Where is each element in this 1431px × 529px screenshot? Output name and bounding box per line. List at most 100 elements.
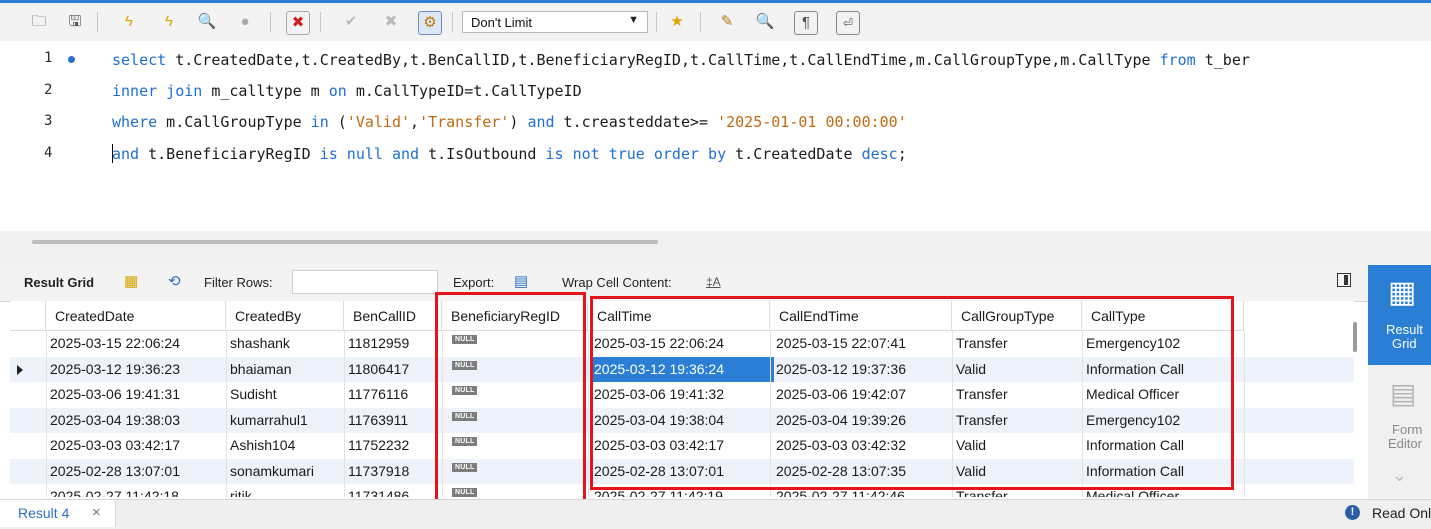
- cell-callgrouptype[interactable]: Valid: [956, 459, 1082, 484]
- cell-callendtime[interactable]: 2025-03-04 19:39:26: [776, 408, 952, 433]
- wrap-icon[interactable]: ⏎: [836, 11, 860, 35]
- cell-createdby[interactable]: kumarrahul1: [230, 408, 344, 433]
- editor-results-splitter[interactable]: [0, 231, 1431, 265]
- cell-calltype[interactable]: Emergency102: [1086, 331, 1244, 356]
- column-header-callgrouptype[interactable]: CallGroupType: [952, 301, 1082, 331]
- table-row[interactable]: 2025-03-03 03:42:17 Ashish104 11752232 NULL…: [10, 433, 1354, 458]
- table-row[interactable]: 2025-03-04 19:38:03 kumarrahul1 11763911 NU…: [10, 407, 1354, 433]
- column-header-bencallid[interactable]: BenCallID: [344, 301, 442, 331]
- tab-result-4[interactable]: Result 4 ×: [0, 500, 116, 527]
- code-line-1[interactable]: select t.CreatedDate,t.CreatedBy,t.BenCa…: [112, 50, 1431, 70]
- cell-callgrouptype[interactable]: Valid: [956, 433, 1082, 458]
- cell-calltype[interactable]: Information Call: [1086, 433, 1244, 458]
- save-icon[interactable]: 🖫: [64, 11, 86, 33]
- commit-icon[interactable]: ✔: [340, 11, 362, 33]
- null-badge[interactable]: NULL: [452, 462, 478, 472]
- column-header-beneficiaryregid[interactable]: BeneficiaryRegID: [442, 301, 588, 331]
- cell-calltype[interactable]: Emergency102: [1086, 408, 1244, 433]
- refresh-icon[interactable]: ⟲: [168, 272, 181, 290]
- cell-callendtime[interactable]: 2025-03-15 22:07:41: [776, 331, 952, 356]
- toggle-error-icon[interactable]: ✖: [286, 11, 310, 35]
- cell-bencallid[interactable]: 11812959: [348, 331, 442, 356]
- cell-calltime[interactable]: 2025-03-12 19:36:24: [590, 356, 774, 382]
- cell-createdby[interactable]: ritik: [230, 484, 344, 497]
- cell-calltype[interactable]: Medical Officer: [1086, 484, 1244, 497]
- cell-callendtime[interactable]: 2025-03-06 19:42:07: [776, 382, 952, 407]
- chevron-down-icon[interactable]: ⌄: [1392, 465, 1407, 486]
- cell-calltime[interactable]: 2025-02-27 11:42:19: [594, 484, 770, 497]
- cell-callgrouptype[interactable]: Valid: [956, 357, 1082, 382]
- cell-calltype[interactable]: Information Call: [1086, 357, 1244, 382]
- table-row[interactable]: 2025-03-15 22:06:24 shashank 11812959 NULL 2…: [10, 331, 1354, 356]
- table-row[interactable]: 2025-03-06 19:41:31 Sudisht 11776116 NULL 20…: [10, 382, 1354, 407]
- cell-callendtime[interactable]: 2025-02-27 11:42:46: [776, 484, 952, 497]
- cell-createdby[interactable]: Ashish104: [230, 433, 344, 458]
- cell-callendtime[interactable]: 2025-03-03 03:42:32: [776, 433, 952, 458]
- invisible-chars-icon[interactable]: ¶: [794, 11, 818, 35]
- cell-calltime[interactable]: 2025-03-06 19:41:32: [594, 382, 770, 407]
- cell-createddate[interactable]: 2025-03-06 19:41:31: [50, 382, 226, 407]
- toggle-side-panel-icon[interactable]: [1337, 273, 1351, 287]
- code-line-4[interactable]: and t.BeneficiaryRegID is null and t.IsO…: [112, 144, 1431, 164]
- result-grid-view-button[interactable]: ▦ Result Grid: [1368, 265, 1431, 365]
- cell-calltime[interactable]: 2025-02-28 13:07:01: [594, 459, 770, 484]
- cell-callendtime[interactable]: 2025-02-28 13:07:35: [776, 459, 952, 484]
- column-header-calltype[interactable]: CallType: [1082, 301, 1244, 331]
- execute-selection-icon[interactable]: ϟ: [158, 11, 180, 33]
- cell-bencallid[interactable]: 11731486: [348, 484, 442, 497]
- result-grid[interactable]: CreatedDate CreatedBy BenCallID Benefici…: [10, 301, 1354, 497]
- cell-callgrouptype[interactable]: Transfer: [956, 382, 1082, 407]
- table-row[interactable]: 2025-03-12 19:36:23 bhaiaman 11806417 NULL 2…: [10, 356, 1354, 382]
- cell-callgrouptype[interactable]: Transfer: [956, 331, 1082, 356]
- null-badge[interactable]: NULL: [452, 488, 478, 497]
- cell-calltime[interactable]: 2025-03-15 22:06:24: [594, 331, 770, 356]
- null-badge[interactable]: NULL: [452, 386, 478, 395]
- cell-createdby[interactable]: sonamkumari: [230, 459, 344, 484]
- table-row[interactable]: 2025-02-28 13:07:01 sonamkumari 11737918 NU…: [10, 458, 1354, 484]
- cell-createddate[interactable]: 2025-03-12 19:36:23: [50, 357, 226, 382]
- cell-callendtime[interactable]: 2025-03-12 19:37:36: [776, 357, 952, 382]
- export-icon[interactable]: ▤: [514, 272, 528, 290]
- cell-bencallid[interactable]: 11806417: [348, 357, 442, 382]
- close-icon[interactable]: ×: [92, 504, 101, 521]
- column-header-createdby[interactable]: CreatedBy: [226, 301, 344, 331]
- cell-createddate[interactable]: 2025-03-03 03:42:17: [50, 433, 226, 458]
- cell-createdby[interactable]: bhaiaman: [230, 357, 344, 382]
- cell-calltime[interactable]: 2025-03-04 19:38:04: [594, 408, 770, 433]
- rollback-icon[interactable]: ✖: [380, 11, 402, 33]
- stop-icon[interactable]: ●: [234, 11, 256, 33]
- execute-icon[interactable]: ϟ: [118, 11, 140, 33]
- cell-calltype[interactable]: Information Call: [1086, 459, 1244, 484]
- result-grid-label[interactable]: Result Grid: [24, 275, 94, 290]
- bookmark-star-icon[interactable]: ★: [666, 11, 688, 33]
- cell-calltype[interactable]: Medical Officer: [1086, 382, 1244, 407]
- column-header-createddate[interactable]: CreatedDate: [46, 301, 226, 331]
- cell-callgrouptype[interactable]: Transfer: [956, 484, 1082, 497]
- wrap-cell-icon[interactable]: ‡A: [706, 275, 721, 289]
- cell-createddate[interactable]: 2025-02-28 13:07:01: [50, 459, 226, 484]
- cell-bencallid[interactable]: 11776116: [348, 382, 442, 407]
- cell-bencallid[interactable]: 11752232: [348, 433, 442, 458]
- autocommit-icon[interactable]: ⚙: [418, 11, 442, 35]
- grid-vertical-scrollbar[interactable]: [1353, 322, 1357, 352]
- editor-horizontal-scrollbar[interactable]: [32, 240, 658, 244]
- cell-bencallid[interactable]: 11763911: [348, 408, 442, 433]
- code-line-3[interactable]: where m.CallGroupType in ('Valid','Trans…: [112, 112, 1431, 132]
- null-badge[interactable]: NULL: [452, 437, 478, 446]
- cell-createddate[interactable]: 2025-03-04 19:38:03: [50, 408, 226, 433]
- column-header-calltime[interactable]: CallTime: [588, 301, 770, 331]
- cell-createddate[interactable]: 2025-02-27 11:42:18: [50, 484, 226, 497]
- explain-icon[interactable]: 🔍: [196, 11, 218, 33]
- cell-createdby[interactable]: Sudisht: [230, 382, 344, 407]
- sql-editor[interactable]: 1 2 3 4 select t.CreatedDate,t.CreatedBy…: [0, 41, 1431, 231]
- form-editor-view-button[interactable]: ▤ Form Editor: [1368, 373, 1431, 453]
- cell-callgrouptype[interactable]: Transfer: [956, 408, 1082, 433]
- null-badge[interactable]: NULL: [452, 335, 478, 344]
- cell-createddate[interactable]: 2025-03-15 22:06:24: [50, 331, 226, 356]
- find-icon[interactable]: 🔍: [754, 11, 776, 33]
- cell-calltime[interactable]: 2025-03-03 03:42:17: [594, 433, 770, 458]
- grid-layout-icon[interactable]: ▦: [124, 272, 138, 290]
- null-badge[interactable]: NULL: [452, 411, 478, 421]
- filter-rows-input[interactable]: [292, 270, 438, 294]
- column-header-callendtime[interactable]: CallEndTime: [770, 301, 952, 331]
